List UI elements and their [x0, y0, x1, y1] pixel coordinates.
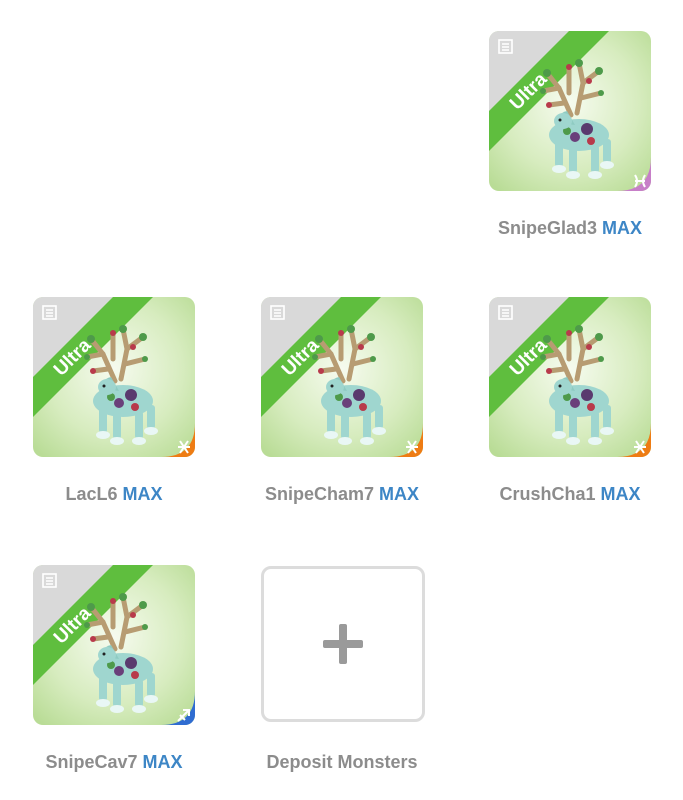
monster-slot-snipecham7[interactable]: Ultra [261, 297, 423, 457]
notes-icon [498, 305, 513, 320]
monster-name-caption: SnipeCham7 MAX [264, 484, 420, 504]
blue-arrow-icon [161, 691, 195, 725]
monster-name-caption: CrushCha1 MAX [499, 484, 641, 504]
plus-icon [323, 624, 363, 664]
monster-name-caption: LacL6 MAX [65, 484, 163, 504]
monster-image [63, 319, 173, 449]
monster-image [519, 53, 629, 183]
monster-slot-snipeglad3[interactable]: Ultra [489, 31, 651, 191]
notes-icon [42, 573, 57, 588]
monster-image [63, 587, 173, 717]
orange-element-icon [617, 423, 651, 457]
deposit-monsters-label: Deposit Monsters [266, 752, 418, 772]
monster-name-caption: SnipeCav7 MAX [45, 752, 183, 772]
monster-image [291, 319, 401, 449]
notes-icon [42, 305, 57, 320]
orange-element-icon [389, 423, 423, 457]
monster-slot-crushcha1[interactable]: Ultra [489, 297, 651, 457]
notes-icon [270, 305, 285, 320]
deposit-monsters-button[interactable] [261, 566, 425, 722]
pisces-icon [617, 157, 651, 191]
monster-slot-lacl6[interactable]: Ultra [33, 297, 195, 457]
notes-icon [498, 39, 513, 54]
monster-image [519, 319, 629, 449]
monster-slot-snipecav7[interactable]: Ultra [33, 565, 195, 725]
monster-name-caption: SnipeGlad3 MAX [497, 218, 643, 238]
orange-element-icon [161, 423, 195, 457]
